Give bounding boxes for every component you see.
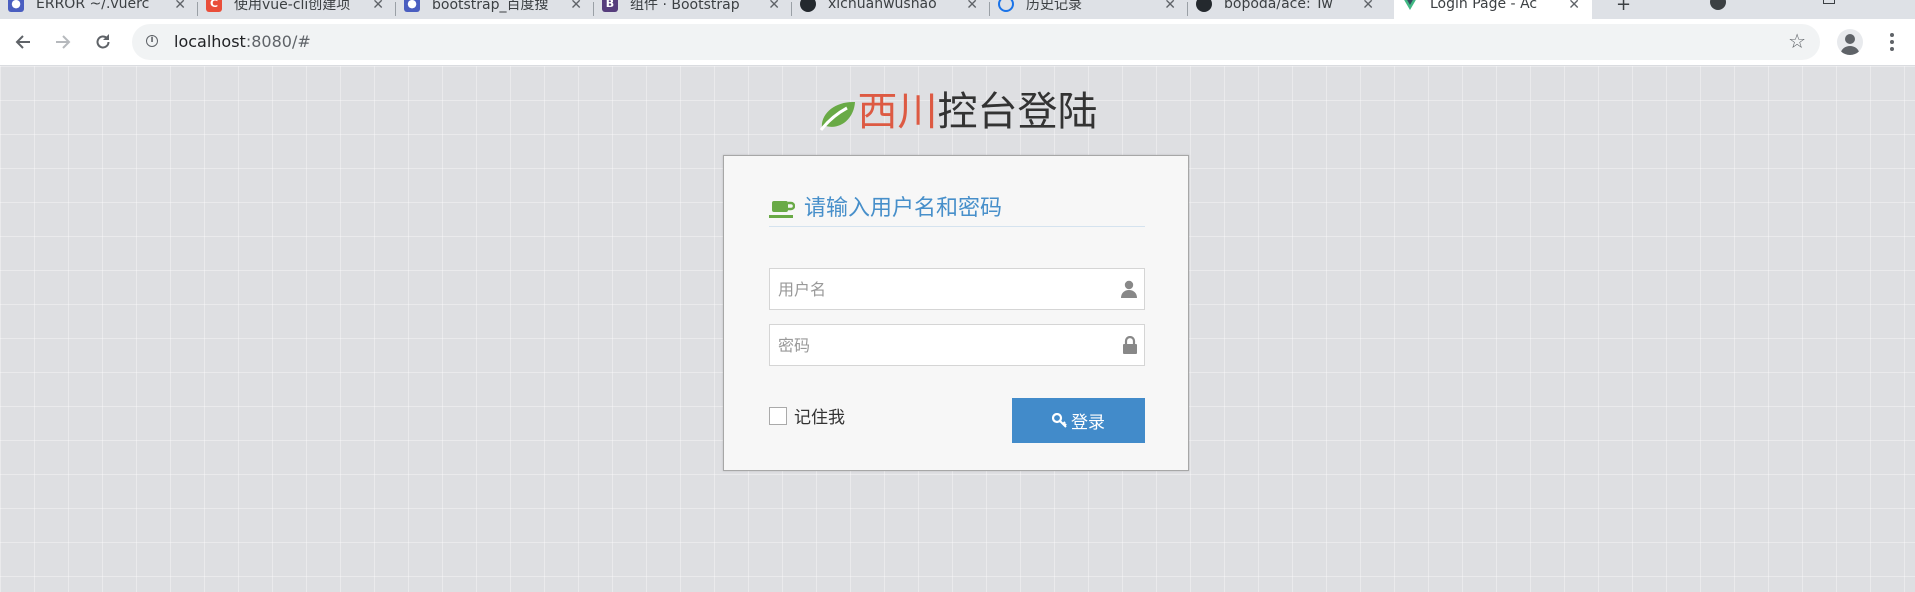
page-viewport: 西川控台登陆 请输入用户名和密码 用户名 记住我 登录 — [0, 66, 1915, 592]
user-icon — [1121, 280, 1137, 302]
close-icon[interactable]: ✕ — [966, 0, 978, 13]
tab-title: Login Page - Ac — [1430, 0, 1538, 12]
browser-tab[interactable]: ● ERROR ~/.vuerc ✕ — [0, 0, 198, 19]
login-button-label: 登录 — [1071, 413, 1105, 433]
url-host: localhost — [174, 32, 246, 51]
brand-red-text: 西川 — [857, 89, 938, 135]
tab-title: 使用vue-cli创建项 — [234, 0, 351, 13]
close-icon[interactable]: ✕ — [1568, 0, 1580, 13]
browser-tab[interactable]: bopoda/ace: Tw ✕ — [1188, 0, 1386, 19]
close-icon[interactable]: ✕ — [372, 0, 384, 13]
vue-icon — [1402, 0, 1418, 12]
minimize-icon[interactable] — [1823, 0, 1835, 4]
bootstrap-icon: B — [602, 0, 618, 12]
close-icon[interactable]: ✕ — [174, 0, 186, 13]
tab-strip: ● ERROR ~/.vuerc ✕ C 使用vue-cli创建项 ✕ ● bo… — [0, 0, 1915, 19]
person-icon — [1840, 34, 1860, 55]
tab-title: bootstrap_百度搜 — [432, 0, 549, 13]
baidu-icon: ● — [8, 0, 24, 12]
browser-toolbar: i localhost:8080/# ☆ — [0, 19, 1915, 66]
tab-title: bopoda/ace: Tw — [1224, 0, 1333, 12]
close-icon[interactable]: ✕ — [768, 0, 780, 13]
login-header-text: 请输入用户名和密码 — [804, 196, 1003, 221]
key-icon — [1052, 413, 1067, 428]
remember-me[interactable]: 记住我 — [769, 403, 845, 428]
username-field — [769, 268, 1145, 310]
info-icon[interactable]: i — [146, 35, 158, 47]
close-icon[interactable]: ✕ — [1362, 0, 1374, 13]
tab-title: 组件 · Bootstrap — [630, 0, 740, 13]
remember-label: 记住我 — [794, 408, 845, 428]
password-field — [769, 324, 1145, 366]
remember-checkbox[interactable] — [769, 406, 787, 425]
leaf-icon — [818, 94, 856, 142]
tab-title: xichuanwushao — [828, 0, 937, 12]
tab-title: 历史记录 — [1026, 0, 1082, 13]
github-icon — [1196, 0, 1212, 12]
csdn-icon: C — [206, 0, 222, 12]
username-input[interactable] — [770, 269, 1110, 309]
close-icon[interactable]: ✕ — [1164, 0, 1176, 13]
new-tab-button[interactable]: + — [1616, 0, 1631, 15]
brand-title: 西川控台登陆 — [0, 88, 1915, 142]
login-button[interactable]: 登录 — [1012, 398, 1145, 443]
back-button[interactable] — [10, 29, 36, 55]
browser-tab[interactable]: 历史记录 ✕ — [990, 0, 1188, 19]
lock-icon — [1123, 335, 1137, 358]
tab-search-icon[interactable] — [1710, 0, 1726, 10]
brand-dark-text: 控台登陆 — [937, 89, 1098, 135]
url-text[interactable]: localhost:8080/# — [174, 32, 311, 51]
reload-button[interactable] — [90, 29, 116, 55]
star-icon[interactable]: ☆ — [1788, 29, 1806, 53]
tab-title: ERROR ~/.vuerc — [36, 0, 150, 12]
address-bar[interactable]: i localhost:8080/# ☆ — [132, 24, 1820, 60]
browser-tab-active[interactable]: Login Page - Ac ✕ — [1394, 0, 1592, 19]
browser-tab[interactable]: B 组件 · Bootstrap ✕ — [594, 0, 792, 19]
url-path: :8080/# — [245, 32, 311, 51]
browser-tab[interactable]: xichuanwushao ✕ — [792, 0, 990, 19]
baidu-icon: ● — [404, 0, 420, 12]
profile-avatar[interactable] — [1837, 29, 1863, 55]
login-box: 请输入用户名和密码 记住我 登录 — [723, 155, 1189, 471]
browser-tab[interactable]: ● bootstrap_百度搜 ✕ — [396, 0, 594, 19]
coffee-icon — [769, 200, 796, 224]
arrow-right-icon — [56, 35, 71, 49]
close-icon[interactable]: ✕ — [570, 0, 582, 13]
github-icon — [800, 0, 816, 12]
password-input[interactable] — [770, 325, 1110, 365]
history-icon — [998, 0, 1014, 12]
browser-tab[interactable]: C 使用vue-cli创建项 ✕ — [198, 0, 396, 19]
arrow-left-icon — [15, 35, 30, 49]
login-header: 请输入用户名和密码 — [769, 196, 1145, 227]
more-vert-icon[interactable] — [1880, 30, 1904, 54]
reload-icon — [96, 34, 110, 49]
forward-button[interactable] — [50, 29, 76, 55]
